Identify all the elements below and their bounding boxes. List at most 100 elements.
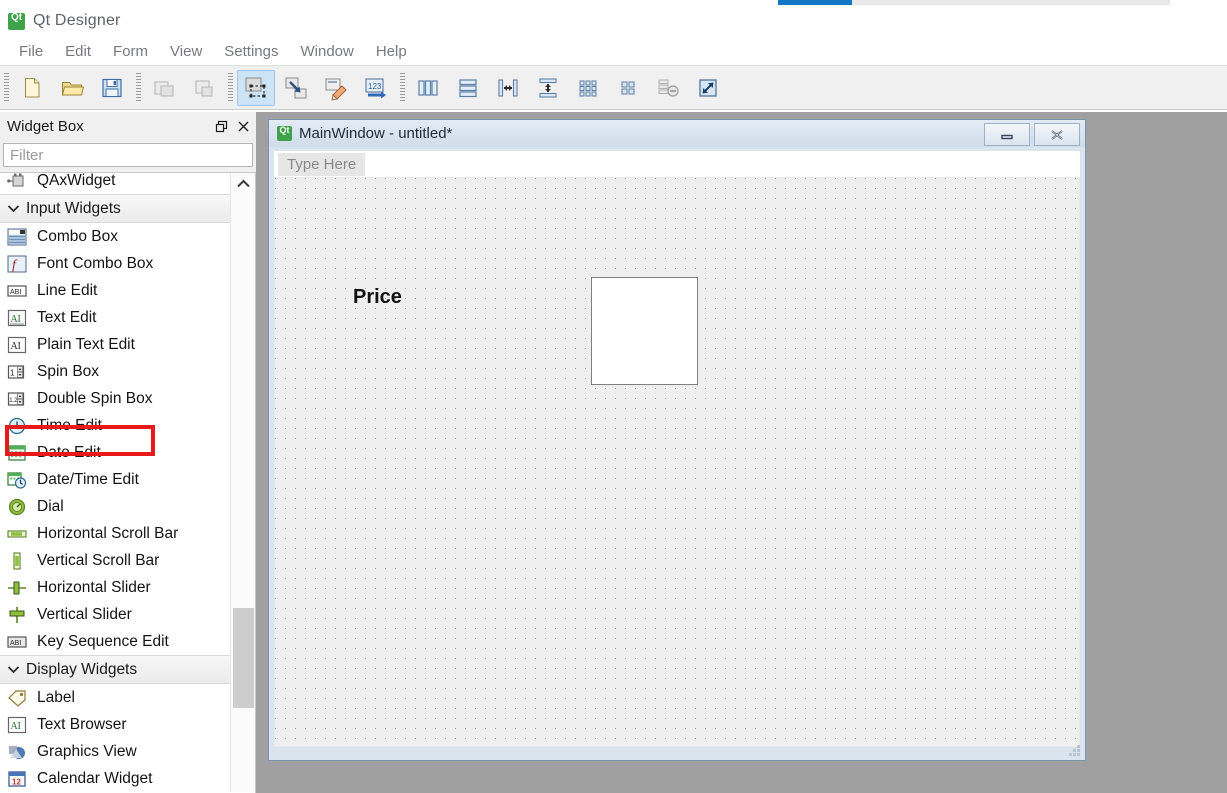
layout-vertically-icon[interactable] xyxy=(449,70,487,106)
form-canvas[interactable]: Price xyxy=(274,177,1080,747)
widget-item-text-browser[interactable]: A I Text Browser xyxy=(0,711,230,738)
widget-item-vertical-scroll-bar[interactable]: Vertical Scroll Bar xyxy=(0,547,230,574)
widget-item-calendar-widget[interactable]: 12 Calendar Widget xyxy=(0,765,230,792)
chevron-up-icon[interactable] xyxy=(231,173,255,195)
form-window-buttons xyxy=(984,123,1080,146)
widget-box-scrollbar[interactable] xyxy=(230,173,255,792)
widget-item-vertical-slider[interactable]: Vertical Slider xyxy=(0,601,230,628)
menu-window[interactable]: Window xyxy=(289,41,364,62)
widget-group-display-widgets[interactable]: Display Widgets xyxy=(0,655,230,684)
widget-item-label: Spin Box xyxy=(37,362,100,380)
toolbar-handle-edit[interactable] xyxy=(136,72,141,103)
widget-item-line-edit[interactable]: ABI Line Edit xyxy=(0,277,230,304)
widget-item-label: Plain Text Edit xyxy=(37,335,135,353)
widget-item-dial[interactable]: Dial xyxy=(0,493,230,520)
widget-item-text-edit[interactable]: A I Text Edit xyxy=(0,304,230,331)
lineedit-icon: ABI xyxy=(6,281,28,301)
widget-item-date-time-edit[interactable]: Date/Time Edit xyxy=(0,466,230,493)
menu-type-here-placeholder[interactable]: Type Here xyxy=(278,152,366,176)
widget-item-label: Combo Box xyxy=(37,227,118,245)
widget-item-key-sequence-edit[interactable]: ABI Key Sequence Edit xyxy=(0,628,230,655)
widget-item-plain-text-edit[interactable]: A I Plain Text Edit xyxy=(0,331,230,358)
svg-text:1: 1 xyxy=(10,368,15,377)
dateedit-icon xyxy=(6,443,28,463)
widget-group-label: Display Widgets xyxy=(26,660,138,678)
toolbar-handle-file[interactable] xyxy=(4,72,9,103)
close-icon[interactable] xyxy=(1034,123,1080,146)
svg-text:12: 12 xyxy=(12,777,21,786)
datetimeedit-icon xyxy=(6,470,28,490)
layout-form-icon[interactable] xyxy=(609,70,647,106)
svg-text:I: I xyxy=(18,314,21,325)
widget-box-header: Widget Box xyxy=(0,112,256,140)
widget-item-label: Vertical Slider xyxy=(37,605,132,623)
widget-item-horizontal-scroll-bar[interactable]: Horizontal Scroll Bar xyxy=(0,520,230,547)
undock-icon[interactable] xyxy=(214,119,228,133)
edit-signals-slots-icon[interactable] xyxy=(277,70,315,106)
svg-text:I: I xyxy=(18,341,21,352)
widget-item-label: Key Sequence Edit xyxy=(37,632,169,650)
chevron-down-icon xyxy=(0,201,26,216)
menu-form[interactable]: Form xyxy=(102,41,159,62)
widget-item-horizontal-slider[interactable]: Horizontal Slider xyxy=(0,574,230,601)
widget-group-input-widgets[interactable]: Input Widgets xyxy=(0,194,230,223)
menu-view[interactable]: View xyxy=(159,41,213,62)
menu-edit[interactable]: Edit xyxy=(54,41,102,62)
empty-frame-widget[interactable] xyxy=(591,277,698,385)
widget-item-date-edit[interactable]: Date Edit xyxy=(0,439,230,466)
spinbox-icon: 1 xyxy=(6,362,28,382)
textbrowser-icon: A I xyxy=(6,715,28,735)
calendarwidget-icon: 12 xyxy=(6,769,28,789)
widget-item-double-spin-box[interactable]: 1.2 Double Spin Box xyxy=(0,385,230,412)
save-icon[interactable] xyxy=(93,70,131,106)
price-label[interactable]: Price xyxy=(353,286,402,309)
svg-text:ABI: ABI xyxy=(10,640,21,647)
widget-item-combo-box[interactable]: Combo Box xyxy=(0,223,230,250)
toolbar-handle-mode[interactable] xyxy=(228,72,233,103)
layout-splitter-vertical-icon[interactable] xyxy=(529,70,567,106)
menu-settings[interactable]: Settings xyxy=(213,41,289,62)
widget-item-qaxwidget[interactable]: QAxWidget xyxy=(0,173,230,194)
widget-item-graphics-view[interactable]: Graphics View xyxy=(0,738,230,765)
widget-item-time-edit[interactable]: Time Edit xyxy=(0,412,230,439)
widget-item-label[interactable]: Label xyxy=(0,684,230,711)
toolbar-handle-layout[interactable] xyxy=(400,72,405,103)
form-titlebar[interactable]: MainWindow - untitled* xyxy=(269,120,1085,147)
widget-item-spin-box[interactable]: 1 Spin Box xyxy=(0,358,230,385)
menu-help[interactable]: Help xyxy=(365,41,418,62)
break-layout-icon[interactable] xyxy=(649,70,687,106)
new-file-icon[interactable] xyxy=(13,70,51,106)
timeedit-icon xyxy=(6,416,28,436)
redo-icon[interactable] xyxy=(185,70,223,106)
resize-grip-icon[interactable] xyxy=(1068,743,1082,757)
undo-icon[interactable] xyxy=(145,70,183,106)
widget-item-label: Label xyxy=(37,688,75,706)
layout-horizontally-icon[interactable] xyxy=(409,70,447,106)
label-icon xyxy=(6,688,28,708)
qt-designer-window: Qt Designer File Edit Form View Settings… xyxy=(0,0,1227,793)
dial-icon xyxy=(6,497,28,517)
widget-item-label: Font Combo Box xyxy=(37,254,154,272)
open-folder-icon[interactable] xyxy=(53,70,91,106)
layout-grid-icon[interactable] xyxy=(569,70,607,106)
layout-splitter-horizontal-icon[interactable] xyxy=(489,70,527,106)
svg-text:123: 123 xyxy=(368,82,382,91)
form-menubar[interactable]: Type Here xyxy=(274,151,1080,178)
edit-widgets-icon[interactable] xyxy=(237,69,275,106)
adjust-size-icon[interactable] xyxy=(689,70,727,106)
widget-box-filter-input[interactable] xyxy=(3,143,253,167)
minimize-icon[interactable] xyxy=(984,123,1030,146)
widget-item-font-combo-box[interactable]: f Font Combo Box xyxy=(0,250,230,277)
scrollbar-thumb[interactable] xyxy=(233,608,254,708)
widget-item-label: Line Edit xyxy=(37,281,98,299)
edit-tab-order-icon[interactable]: 123 xyxy=(357,70,395,106)
edit-buddies-icon[interactable] xyxy=(317,70,355,106)
menu-file[interactable]: File xyxy=(8,41,54,62)
widget-item-label: Text Browser xyxy=(37,715,127,733)
graphicsview-icon xyxy=(6,742,28,762)
widget-item-label: Vertical Scroll Bar xyxy=(37,551,160,569)
hscrollbar-icon xyxy=(6,524,28,544)
designer-workspace: MainWindow - untitled* xyxy=(256,112,1227,793)
close-icon[interactable] xyxy=(236,119,250,133)
qaxwidget-icon xyxy=(6,173,28,191)
